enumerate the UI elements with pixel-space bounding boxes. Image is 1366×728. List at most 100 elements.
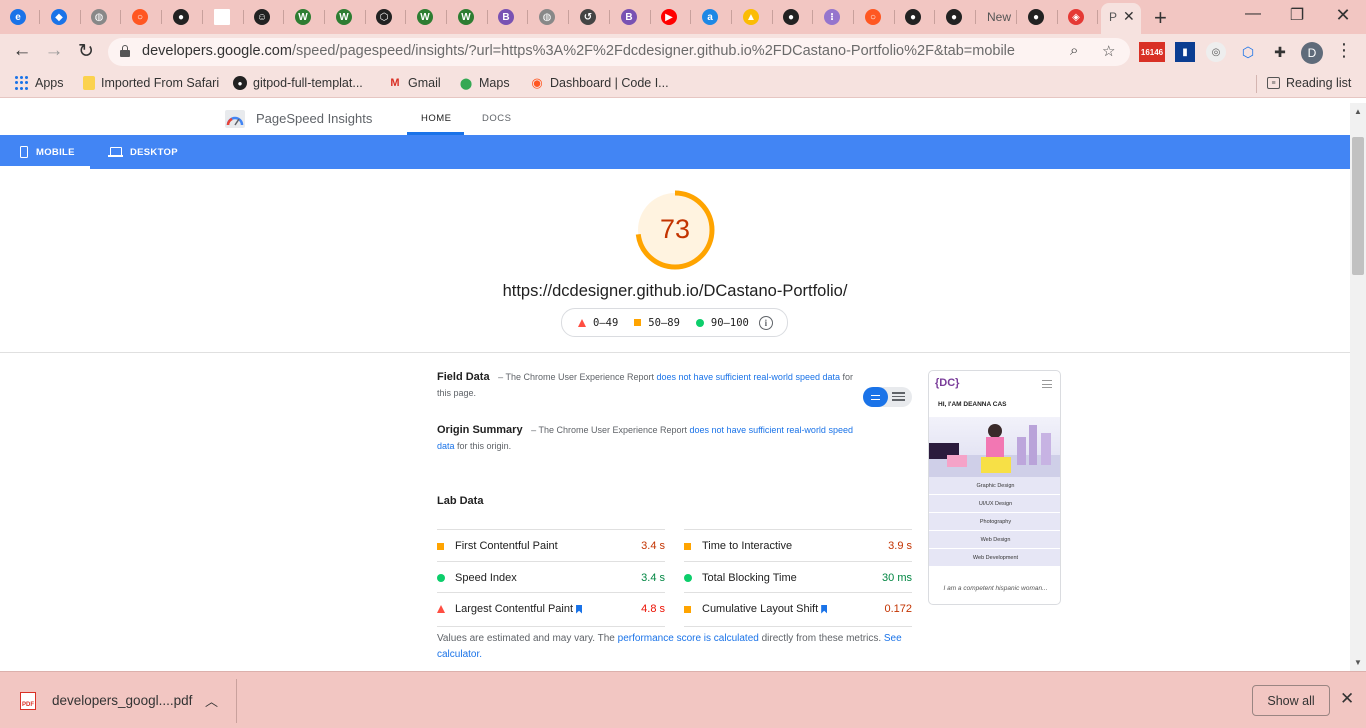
pass-circle-icon: [695, 318, 704, 327]
browser-tab[interactable]: ◍: [81, 6, 121, 28]
extensions-puzzle-icon[interactable]: ✚: [1270, 42, 1290, 62]
site-service-item: Web Design: [929, 531, 1060, 549]
fail-triangle-icon: [437, 605, 445, 613]
metric-value: 30 ms: [882, 571, 912, 584]
active-tab[interactable]: P ✕: [1101, 3, 1141, 34]
browser-tab[interactable]: W: [285, 6, 325, 28]
bookmark-gmail[interactable]: M Gmail: [388, 76, 441, 90]
browser-tab[interactable]: ⬡: [366, 6, 406, 28]
browser-tab[interactable]: ◍: [529, 6, 569, 28]
browser-tab[interactable]: a: [692, 6, 732, 28]
field-data-link[interactable]: does not have sufficient real-world spee…: [657, 372, 840, 382]
profile-avatar[interactable]: D: [1301, 42, 1323, 64]
browser-tab[interactable]: W: [448, 6, 488, 28]
browser-tab[interactable]: New: [977, 6, 1017, 28]
site-logo: {DC}: [935, 377, 960, 389]
info-icon[interactable]: i: [758, 315, 773, 330]
browser-tab[interactable]: ●: [773, 6, 813, 28]
browser-tab[interactable]: ●: [1018, 6, 1058, 28]
site-services-list: Graphic Design UI/UX Design Photography Web…: [929, 477, 1060, 567]
bookmark-dashboard[interactable]: ◉ Dashboard | Code I...: [530, 75, 668, 90]
forward-button[interactable]: →: [40, 40, 68, 62]
globe-icon: ◍: [539, 9, 555, 25]
gmail-extension-icon[interactable]: 16146: [1139, 42, 1165, 62]
show-all-button[interactable]: Show all: [1252, 685, 1330, 716]
close-shelf-icon[interactable]: ✕: [1340, 689, 1354, 709]
site-service-item: UI/UX Design: [929, 495, 1060, 513]
bookmark-apps[interactable]: Apps: [15, 76, 64, 90]
browser-tab[interactable]: ◆: [41, 6, 81, 28]
browser-tab[interactable]: B: [488, 6, 528, 28]
chevron-up-icon[interactable]: ︿: [205, 691, 218, 710]
browser-tab[interactable]: ●: [936, 6, 976, 28]
bookmark-imported-from-safari[interactable]: Imported From Safari: [83, 76, 219, 90]
metrics-view-toggle[interactable]: [863, 387, 912, 407]
browser-tab[interactable]: W: [407, 6, 447, 28]
tab-separator: [324, 10, 325, 24]
extension-icon[interactable]: ◎: [1206, 42, 1226, 62]
scroll-up-icon[interactable]: ▲: [1354, 107, 1362, 116]
tab-home[interactable]: HOME: [421, 113, 452, 124]
close-tab-icon[interactable]: ✕: [1123, 8, 1135, 25]
metric-status: [684, 542, 702, 550]
close-window-button[interactable]: ✕: [1320, 5, 1366, 26]
tab-docs[interactable]: DOCS: [482, 113, 511, 124]
browser-menu-icon[interactable]: ⋮: [1335, 40, 1353, 61]
site-greeting: HI, I'AM DEANNA CAS: [938, 401, 1007, 408]
origin-summary-title: Origin Summary: [437, 424, 523, 436]
scroll-thumb[interactable]: [1352, 137, 1364, 275]
browser-tab[interactable]: ○: [122, 6, 162, 28]
page-scrollbar[interactable]: ▲ ▼: [1350, 103, 1366, 671]
expanded-view-button[interactable]: [892, 392, 905, 402]
average-square-icon: [437, 542, 444, 550]
bookmark-label: Gmail: [408, 76, 441, 90]
back-button[interactable]: ←: [8, 40, 36, 62]
zoom-icon[interactable]: ⌕: [1070, 42, 1078, 59]
site-hero-illustration: [929, 417, 1060, 477]
restore-window-button[interactable]: ❐: [1274, 5, 1320, 25]
browser-tab[interactable]: ●: [895, 6, 935, 28]
compact-view-button[interactable]: [863, 387, 888, 407]
browser-tab[interactable]: W: [326, 6, 366, 28]
download-shelf: PDF developers_googl....pdf ︿ Show all ✕: [0, 671, 1366, 728]
browser-tab[interactable]: ●: [163, 6, 203, 28]
lab-metric: Total Blocking Time 30 ms: [684, 563, 912, 593]
legend-fail-label: 0–49: [593, 316, 619, 329]
download-item[interactable]: developers_googl....pdf: [52, 693, 192, 708]
browser-tab[interactable]: e: [0, 6, 40, 28]
browser-tab[interactable]: ○: [855, 6, 895, 28]
browser-tab[interactable]: ▶: [651, 6, 691, 28]
browser-tab[interactable]: [204, 6, 244, 28]
cube-icon: ◆: [51, 9, 67, 25]
browser-toolbar: ← → ↻ developers.google.com/speed/pagesp…: [0, 34, 1366, 70]
analytics-extension-icon[interactable]: ▮: [1175, 42, 1195, 62]
new-tab-button[interactable]: +: [1154, 5, 1167, 31]
tab-separator: [283, 10, 284, 24]
tab-mobile[interactable]: MOBILE: [20, 135, 75, 169]
browser-tab[interactable]: ⁝: [814, 6, 854, 28]
browser-tab[interactable]: ↺: [570, 6, 610, 28]
reading-list-button[interactable]: ≡ Reading list: [1267, 76, 1351, 90]
tab-desktop[interactable]: DESKTOP: [108, 135, 178, 169]
reload-button[interactable]: ↻: [72, 40, 100, 63]
bookmark-gitpod[interactable]: ● gitpod-full-templat...: [233, 76, 363, 90]
bookmark-star-icon[interactable]: ☆: [1102, 42, 1115, 60]
bootstrap-icon: B: [498, 9, 514, 25]
url-text[interactable]: developers.google.com/speed/pagespeed/in…: [142, 43, 1015, 59]
browser-tab[interactable]: ◈: [1058, 6, 1098, 28]
browser-tab[interactable]: B: [611, 6, 651, 28]
scroll-down-icon[interactable]: ▼: [1354, 658, 1362, 667]
bookmark-maps[interactable]: ⬤ Maps: [459, 76, 510, 90]
cube-extension-icon[interactable]: ⬡: [1238, 42, 1258, 62]
drive-icon: ▲: [743, 9, 759, 25]
average-square-icon: [634, 319, 642, 326]
score-calculation-link[interactable]: performance score is calculated: [618, 633, 759, 644]
browser-tab[interactable]: ☺: [244, 6, 284, 28]
lab-metric: Largest Contentful Paint 4.8 s: [437, 594, 665, 624]
tab-separator: [568, 10, 569, 24]
psi-header: PageSpeed Insights HOME DOCS: [0, 103, 1350, 135]
minimize-window-button[interactable]: —: [1230, 5, 1276, 23]
tab-separator: [120, 10, 121, 24]
browser-tab[interactable]: ▲: [733, 6, 773, 28]
address-bar[interactable]: developers.google.com/speed/pagespeed/in…: [108, 38, 1130, 66]
